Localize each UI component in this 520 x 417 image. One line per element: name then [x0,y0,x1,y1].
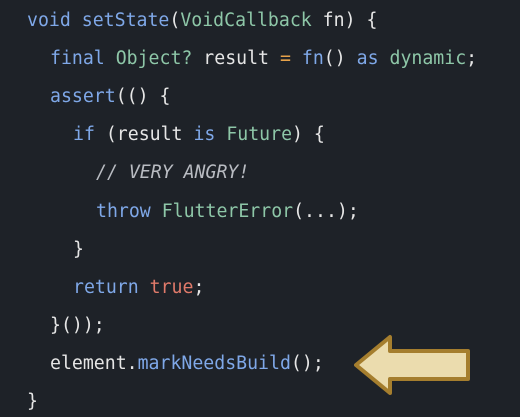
code-line-8: return true; [73,274,204,302]
code-token-keyword: throw [96,200,151,222]
code-token-keyword: as [356,48,379,70]
code-line-4: if (result is Future) { [73,121,325,149]
code-token-operator: = [279,48,291,70]
code-token-keyword: is [193,124,216,146]
code-line-10: element.markNeedsBuild(); [50,350,324,378]
code-token-type: Future [226,124,293,146]
code-token-punct: } [27,391,38,412]
code-token-punct: ( [169,10,181,31]
code-token-keyword: return [73,276,139,298]
code-token-function: setState [81,10,170,31]
left-arrow-icon [354,335,470,395]
code-token-keyword: void [27,10,71,31]
code-token-type: VoidCallback [180,10,312,31]
code-token-punct: ) { [292,124,325,146]
code-token-type: Object? [115,48,193,70]
code-line-3: assert(() { [50,83,170,111]
code-token-function: assert [50,86,116,108]
code-token-type: FlutterError [161,200,294,222]
code-line-9: }()); [50,312,105,340]
code-line-6: throw FlutterError(...); [96,198,359,226]
code-panel: void setState(VoidCallback fn) {final Ob… [0,0,520,417]
code-token-punct: () [323,48,357,70]
code-token-comment: // VERY ANGRY! [96,162,250,184]
code-line-7: } [73,236,84,264]
code-line-5: // VERY ANGRY! [96,159,249,187]
code-token-function: fn [301,48,324,70]
code-token-punct: ; [466,48,478,70]
code-token-punct: (); [290,352,324,374]
code-token-keyword: final [50,48,105,70]
code-line-1: void setState(VoidCallback fn) { [27,7,377,35]
code-token-ident: (result [94,124,194,146]
code-line-11: } [27,388,38,416]
code-token-punct: } [73,238,84,260]
code-token-punct: (...); [293,200,359,222]
code-token-punct: ; [193,276,205,298]
code-token-ident: element. [50,352,138,374]
code-token-ident: result [192,48,280,70]
code-token-punct: fn) { [311,10,378,31]
code-token-function: markNeedsBuild [137,352,291,374]
arrow-shape [354,335,470,395]
code-line-2: final Object? result = fn() as dynamic; [50,45,477,73]
code-token-punct: (() { [115,86,171,108]
code-token-type: dynamic [389,48,467,70]
code-token-keyword: if [73,124,95,146]
code-token-punct: }()); [50,314,105,336]
code-token-literal: true [149,276,194,298]
